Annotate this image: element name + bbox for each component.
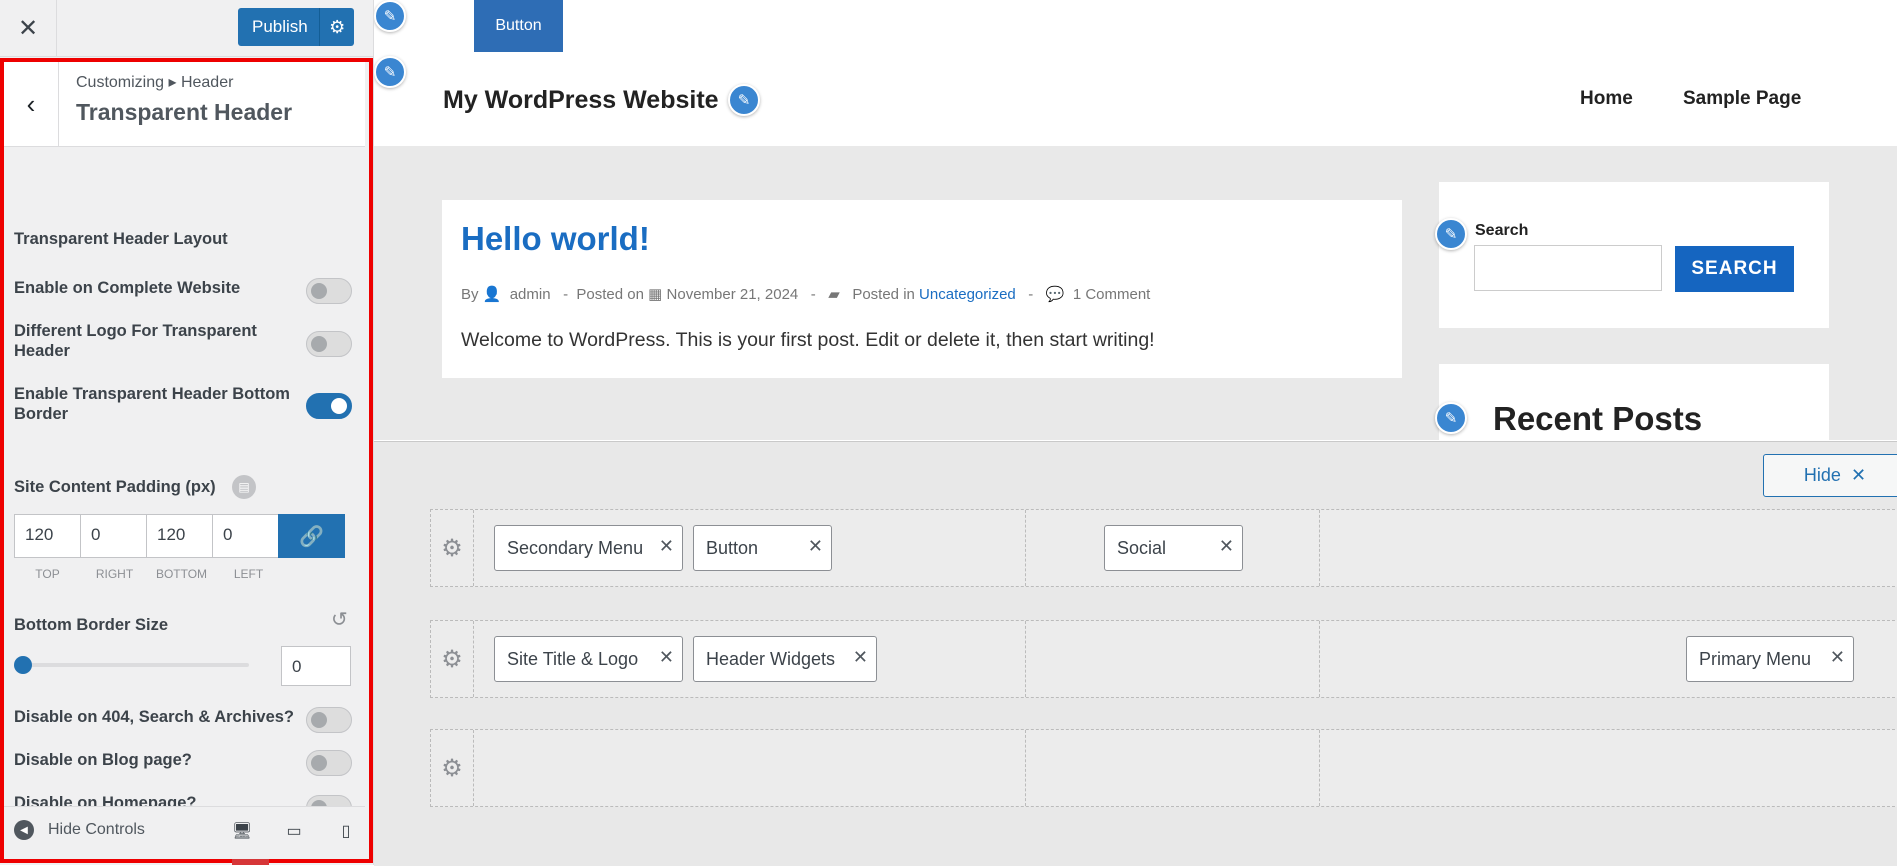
pencil-icon[interactable]: ✎	[374, 0, 406, 32]
close-icon: ✕	[1850, 465, 1867, 485]
pencil-icon[interactable]: ✎	[1435, 218, 1467, 250]
close-icon[interactable]: ✕	[1219, 536, 1234, 557]
recent-posts-widget: ✎ Recent Posts	[1435, 364, 1829, 440]
customizer-topbar: ✕ Publish ⚙	[0, 0, 373, 57]
chip-button[interactable]: Button ✕	[693, 525, 832, 571]
site-preview: Button ✎ ✎ My WordPress Website ✎ Home S…	[374, 0, 1897, 440]
header-builder: Hide ✕ ⚙ Secondary Menu ✕ Button ✕ Social ✕…	[374, 441, 1897, 866]
site-header: Button ✎ ✎ My WordPress Website ✎ Home S…	[374, 0, 1897, 146]
pencil-icon[interactable]: ✎	[374, 56, 406, 88]
close-icon[interactable]: ✕	[659, 647, 674, 668]
hide-builder-button[interactable]: Hide ✕	[1763, 454, 1897, 497]
builder-row-top: ⚙ Secondary Menu ✕ Button ✕ Social ✕	[430, 509, 1897, 587]
comment-icon: 💬	[1045, 286, 1065, 303]
user-icon: 👤	[482, 286, 502, 303]
post-author[interactable]: admin	[510, 286, 551, 303]
nav-sample-page[interactable]: Sample Page	[1683, 88, 1801, 110]
close-icon[interactable]: ✕	[808, 536, 823, 557]
chip-secondary-menu[interactable]: Secondary Menu ✕	[494, 525, 683, 571]
recent-posts-title: Recent Posts	[1493, 400, 1703, 437]
customizer-sidebar: ✕ Publish ⚙ ‹ Customizing ▸ Header Trans…	[0, 0, 374, 865]
pencil-icon[interactable]: ✎	[1435, 402, 1467, 434]
gear-icon[interactable]: ⚙	[431, 510, 474, 586]
close-icon: ✕	[17, 14, 39, 42]
search-label: Search	[1475, 222, 1529, 239]
post-body: Welcome to WordPress. This is your first…	[461, 329, 1155, 351]
chip-primary-menu[interactable]: Primary Menu ✕	[1686, 636, 1854, 682]
builder-row-main: ⚙ Site Title & Logo ✕ Header Widgets ✕ Pri…	[430, 620, 1897, 698]
active-device-indicator	[232, 859, 269, 865]
search-widget: ✎ Search SEARCH	[1435, 182, 1829, 328]
builder-row-bottom: ⚙	[430, 729, 1897, 807]
search-button[interactable]: SEARCH	[1675, 246, 1794, 292]
gear-icon[interactable]: ⚙	[320, 17, 354, 38]
calendar-icon: ▦	[648, 286, 663, 303]
close-customizer-button[interactable]: ✕	[0, 0, 57, 56]
post-card: Hello world! By 👤 admin - Posted on ▦ No…	[442, 200, 1402, 378]
post-meta: By 👤 admin - Posted on ▦ November 21, 20…	[461, 286, 1151, 303]
chip-site-title-logo[interactable]: Site Title & Logo ✕	[494, 636, 683, 682]
search-input[interactable]	[1474, 245, 1662, 291]
gear-icon[interactable]: ⚙	[431, 621, 474, 697]
close-icon[interactable]: ✕	[853, 647, 868, 668]
post-date[interactable]: November 21, 2024	[667, 286, 799, 303]
highlight-frame	[0, 58, 373, 863]
post-category[interactable]: Uncategorized	[919, 286, 1016, 303]
site-title[interactable]: My WordPress Website	[443, 86, 719, 115]
gear-icon[interactable]: ⚙	[431, 730, 474, 806]
post-title[interactable]: Hello world!	[461, 220, 650, 258]
nav-home[interactable]: Home	[1580, 88, 1633, 110]
header-button[interactable]: Button	[474, 0, 563, 52]
folder-icon: ▰	[828, 286, 840, 303]
chip-social[interactable]: Social ✕	[1104, 525, 1243, 571]
publish-button[interactable]: Publish ⚙	[238, 8, 354, 46]
publish-label: Publish	[252, 17, 308, 36]
pencil-icon[interactable]: ✎	[728, 84, 760, 116]
post-comments[interactable]: 1 Comment	[1073, 286, 1151, 303]
chip-header-widgets[interactable]: Header Widgets ✕	[693, 636, 877, 682]
close-icon[interactable]: ✕	[659, 536, 674, 557]
close-icon[interactable]: ✕	[1830, 647, 1845, 668]
